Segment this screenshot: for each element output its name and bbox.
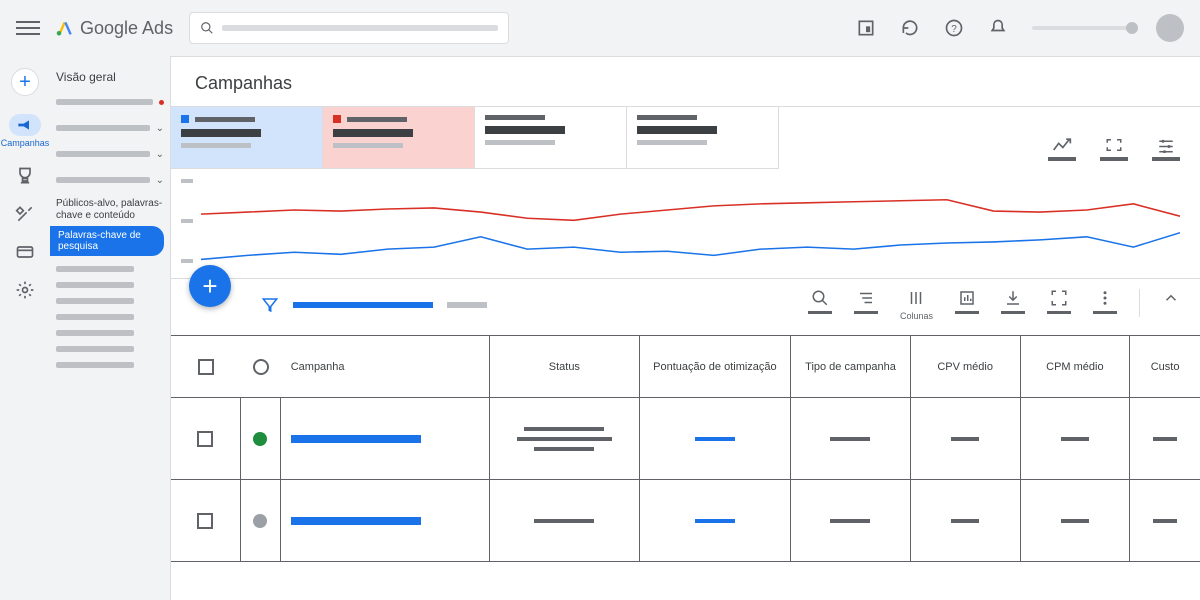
table-row[interactable] bbox=[171, 480, 1200, 562]
megaphone-icon bbox=[17, 119, 33, 131]
bar-chart-icon bbox=[958, 289, 976, 307]
filter-icon[interactable] bbox=[261, 296, 279, 314]
metric-card-3[interactable] bbox=[475, 107, 627, 169]
metric-card-2[interactable] bbox=[323, 107, 475, 169]
avatar[interactable] bbox=[1156, 14, 1184, 42]
row-cpm bbox=[1021, 398, 1131, 480]
search-icon bbox=[811, 289, 829, 307]
reports-button[interactable] bbox=[955, 289, 979, 314]
col-cost[interactable]: Custo bbox=[1130, 336, 1200, 398]
account-slider[interactable] bbox=[1032, 26, 1132, 30]
more-vert-icon bbox=[1096, 289, 1114, 307]
row-cpm bbox=[1021, 480, 1131, 562]
row-cpv bbox=[911, 398, 1021, 480]
chart-type-toggle[interactable] bbox=[1048, 137, 1076, 161]
row-checkbox[interactable] bbox=[171, 398, 241, 480]
nav-item[interactable]: ⌄ bbox=[56, 170, 164, 190]
row-status-dot[interactable] bbox=[241, 398, 281, 480]
trend-icon bbox=[1052, 137, 1072, 153]
columns-icon bbox=[907, 289, 925, 307]
nav-item[interactable] bbox=[56, 282, 134, 288]
logo[interactable]: Google Ads bbox=[56, 18, 173, 39]
nav-item[interactable] bbox=[56, 266, 134, 272]
notifications-icon[interactable] bbox=[988, 18, 1008, 38]
col-campaign-type[interactable]: Tipo de campanha bbox=[791, 336, 911, 398]
row-opt-score[interactable] bbox=[640, 480, 792, 562]
row-campaign-name[interactable] bbox=[281, 398, 490, 480]
filter-chip[interactable] bbox=[447, 302, 487, 308]
columns-button[interactable]: Colunas bbox=[900, 289, 933, 321]
campaigns-table: Campanha Status Pontuação de otimização … bbox=[171, 335, 1200, 562]
nav-item[interactable] bbox=[56, 92, 164, 112]
svg-text:?: ? bbox=[951, 24, 957, 35]
billing-icon[interactable] bbox=[15, 242, 35, 262]
filter-chip[interactable] bbox=[293, 302, 433, 308]
create-button[interactable]: + bbox=[11, 68, 39, 96]
nav-group-audiences[interactable]: Públicos-alvo, palavras-chave e conteúdo bbox=[56, 198, 164, 222]
row-cost bbox=[1130, 398, 1200, 480]
segment-icon bbox=[857, 289, 875, 307]
row-status-dot[interactable] bbox=[241, 480, 281, 562]
google-ads-logo-icon bbox=[56, 19, 74, 37]
collapse-button[interactable] bbox=[1162, 289, 1180, 307]
row-type bbox=[791, 480, 911, 562]
col-avg-cpv[interactable]: CPV médio bbox=[911, 336, 1021, 398]
col-opt-score[interactable]: Pontuação de otimização bbox=[640, 336, 792, 398]
menu-icon[interactable] bbox=[16, 16, 40, 40]
row-opt-score[interactable] bbox=[640, 398, 792, 480]
row-campaign-name[interactable] bbox=[281, 480, 490, 562]
metric-card-4[interactable] bbox=[627, 107, 779, 169]
product-name: Google Ads bbox=[80, 18, 173, 39]
row-status bbox=[490, 480, 640, 562]
reports-icon[interactable] bbox=[856, 18, 876, 38]
add-campaign-button[interactable]: + bbox=[189, 265, 231, 307]
refresh-icon[interactable] bbox=[900, 18, 920, 38]
nav-item[interactable] bbox=[56, 314, 134, 320]
chevron-up-icon bbox=[1162, 289, 1180, 307]
nav-item[interactable] bbox=[56, 330, 134, 336]
fullscreen-icon bbox=[1050, 289, 1068, 307]
search-icon bbox=[200, 21, 214, 35]
tools-icon[interactable] bbox=[15, 204, 35, 224]
table-row[interactable] bbox=[171, 398, 1200, 480]
nav-item[interactable] bbox=[56, 298, 134, 304]
row-checkbox[interactable] bbox=[171, 480, 241, 562]
status-header[interactable] bbox=[241, 336, 281, 398]
select-all-checkbox[interactable] bbox=[171, 336, 241, 398]
nav-item[interactable] bbox=[56, 346, 134, 352]
trophy-icon[interactable] bbox=[15, 166, 35, 186]
settings-icon[interactable] bbox=[15, 280, 35, 300]
metric-card-1[interactable] bbox=[171, 107, 323, 169]
rail-campaigns[interactable]: Campanhas bbox=[1, 114, 50, 148]
page-title: Campanhas bbox=[171, 57, 1200, 106]
nav-item[interactable] bbox=[56, 362, 134, 368]
row-type bbox=[791, 398, 911, 480]
download-icon bbox=[1004, 289, 1022, 307]
search-input[interactable] bbox=[189, 12, 509, 44]
col-avg-cpm[interactable]: CPM médio bbox=[1021, 336, 1131, 398]
nav-search-keywords[interactable]: Palavras-chave de pesquisa bbox=[50, 226, 164, 256]
performance-chart bbox=[171, 169, 1200, 279]
help-icon[interactable]: ? bbox=[944, 18, 964, 38]
adjust-toggle[interactable] bbox=[1152, 137, 1180, 161]
row-status bbox=[490, 398, 640, 480]
download-button[interactable] bbox=[1001, 289, 1025, 314]
nav-overview[interactable]: Visão geral bbox=[56, 70, 164, 84]
sliders-icon bbox=[1157, 137, 1175, 153]
table-search-button[interactable] bbox=[808, 289, 832, 314]
col-campaign[interactable]: Campanha bbox=[281, 336, 490, 398]
segment-button[interactable] bbox=[854, 289, 878, 314]
nav-item[interactable]: ⌄ bbox=[56, 118, 164, 138]
row-cost bbox=[1130, 480, 1200, 562]
row-cpv bbox=[911, 480, 1021, 562]
expand-icon bbox=[1105, 137, 1123, 153]
col-status[interactable]: Status bbox=[490, 336, 640, 398]
expand-toggle[interactable] bbox=[1100, 137, 1128, 161]
expand-button[interactable] bbox=[1047, 289, 1071, 314]
more-button[interactable] bbox=[1093, 289, 1117, 314]
nav-item[interactable]: ⌄ bbox=[56, 144, 164, 164]
